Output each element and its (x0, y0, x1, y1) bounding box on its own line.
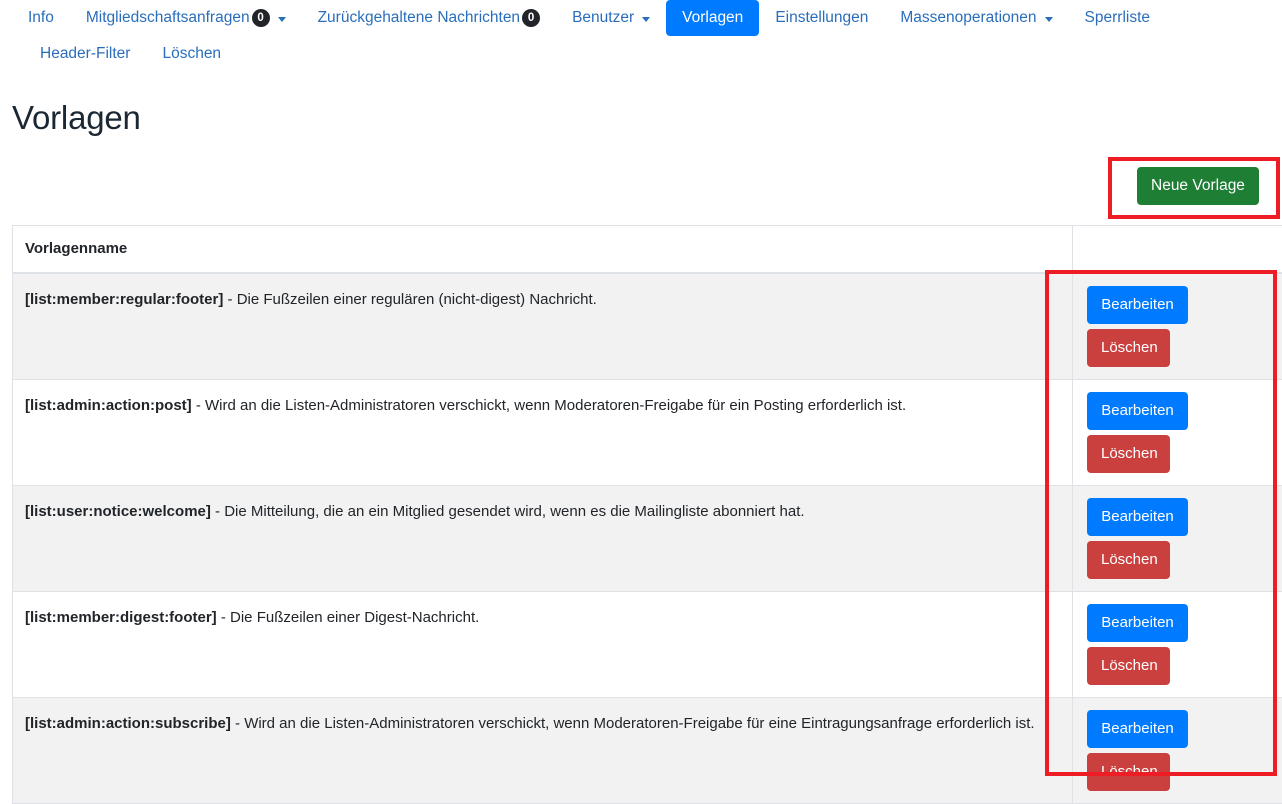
template-description: - Die Fußzeilen einer regulären (nicht-d… (223, 291, 596, 308)
delete-button[interactable]: Löschen (1087, 329, 1170, 367)
template-name-cell: [list:user:notice:welcome] - Die Mitteil… (13, 486, 1073, 592)
template-description: - Die Fußzeilen einer Digest-Nachricht. (217, 609, 480, 626)
badge-count: 0 (522, 9, 540, 27)
template-name-cell: [list:member:regular:footer] - Die Fußze… (13, 273, 1073, 380)
nav-item-benutzer[interactable]: Benutzer (556, 0, 666, 36)
template-description: - Wird an die Listen-Administratoren ver… (192, 397, 906, 414)
main-navigation: Info Mitgliedschaftsanfragen 0 Zurückgeh… (0, 0, 1282, 72)
nav-item-label: Sperrliste (1085, 8, 1150, 28)
edit-button[interactable]: Bearbeiten (1087, 392, 1188, 430)
template-actions-cell: Bearbeiten Löschen (1073, 592, 1282, 698)
template-actions-cell: Bearbeiten Löschen (1073, 698, 1282, 804)
secondary-navigation: Header-Filter Löschen (12, 36, 1270, 72)
template-key: [list:member:regular:footer] (25, 291, 223, 308)
table-body: [list:member:regular:footer] - Die Fußze… (13, 273, 1282, 804)
nav-item-label: Vorlagen (682, 8, 743, 28)
chevron-down-icon (1045, 17, 1053, 22)
nav-item-label: Info (28, 8, 54, 28)
nav-item-label: Mitgliedschaftsanfragen (86, 8, 250, 28)
template-description: - Wird an die Listen-Administratoren ver… (231, 715, 1035, 732)
new-template-button[interactable]: Neue Vorlage (1137, 167, 1259, 205)
nav-item-loeschen[interactable]: Löschen (146, 36, 237, 72)
nav-item-label: Massenoperationen (900, 8, 1036, 28)
nav-item-vorlagen[interactable]: Vorlagen (666, 0, 759, 36)
template-key: [list:member:digest:footer] (25, 609, 217, 626)
delete-button[interactable]: Löschen (1087, 647, 1170, 685)
table-header: Vorlagenname (13, 226, 1282, 274)
template-actions-cell: Bearbeiten Löschen (1073, 273, 1282, 380)
templates-table-container: Vorlagenname [list:member:regular:footer… (12, 225, 1260, 804)
templates-table: Vorlagenname [list:member:regular:footer… (12, 225, 1282, 804)
badge-count: 0 (252, 9, 270, 27)
template-name-cell: [list:member:digest:footer] - Die Fußzei… (13, 592, 1073, 698)
nav-item-label: Zurückgehaltene Nachrichten (318, 8, 520, 28)
edit-button[interactable]: Bearbeiten (1087, 604, 1188, 642)
nav-item-zurueckgehaltene-nachrichten[interactable]: Zurückgehaltene Nachrichten 0 (302, 0, 556, 36)
template-actions-cell: Bearbeiten Löschen (1073, 380, 1282, 486)
table-row: [list:member:digest:footer] - Die Fußzei… (13, 592, 1282, 698)
delete-button[interactable]: Löschen (1087, 753, 1170, 791)
nav-item-label: Header-Filter (40, 44, 130, 64)
nav-item-mitgliedschaftsanfragen[interactable]: Mitgliedschaftsanfragen 0 (70, 0, 302, 36)
table-row: [list:user:notice:welcome] - Die Mitteil… (13, 486, 1282, 592)
delete-button[interactable]: Löschen (1087, 541, 1170, 579)
template-key: [list:user:notice:welcome] (25, 503, 211, 520)
template-actions-cell: Bearbeiten Löschen (1073, 486, 1282, 592)
nav-item-sperrliste[interactable]: Sperrliste (1069, 0, 1166, 36)
nav-item-header-filter[interactable]: Header-Filter (24, 36, 146, 72)
nav-item-label: Einstellungen (775, 8, 868, 28)
nav-item-label: Löschen (162, 44, 221, 64)
edit-button[interactable]: Bearbeiten (1087, 710, 1188, 748)
edit-button[interactable]: Bearbeiten (1087, 286, 1188, 324)
table-row: [list:member:regular:footer] - Die Fußze… (13, 273, 1282, 380)
template-description: - Die Mitteilung, die an ein Mitglied ge… (211, 503, 805, 520)
edit-button[interactable]: Bearbeiten (1087, 498, 1188, 536)
nav-item-einstellungen[interactable]: Einstellungen (759, 0, 884, 36)
table-row: [list:admin:action:subscribe] - Wird an … (13, 698, 1282, 804)
nav-item-label: Benutzer (572, 8, 634, 28)
page-title: Vorlagen (12, 98, 1282, 138)
chevron-down-icon (278, 17, 286, 22)
template-name-cell: [list:admin:action:subscribe] - Wird an … (13, 698, 1073, 804)
delete-button[interactable]: Löschen (1087, 435, 1170, 473)
template-name-cell: [list:admin:action:post] - Wird an die L… (13, 380, 1073, 486)
template-key: [list:admin:action:subscribe] (25, 715, 231, 732)
template-key: [list:admin:action:post] (25, 397, 192, 414)
nav-item-massenoperationen[interactable]: Massenoperationen (884, 0, 1068, 36)
table-row: [list:admin:action:post] - Wird an die L… (13, 380, 1282, 486)
table-header-row: Vorlagenname (13, 226, 1282, 274)
nav-item-info[interactable]: Info (12, 0, 70, 36)
column-header-actions (1073, 226, 1282, 274)
column-header-name: Vorlagenname (13, 226, 1073, 274)
chevron-down-icon (642, 17, 650, 22)
